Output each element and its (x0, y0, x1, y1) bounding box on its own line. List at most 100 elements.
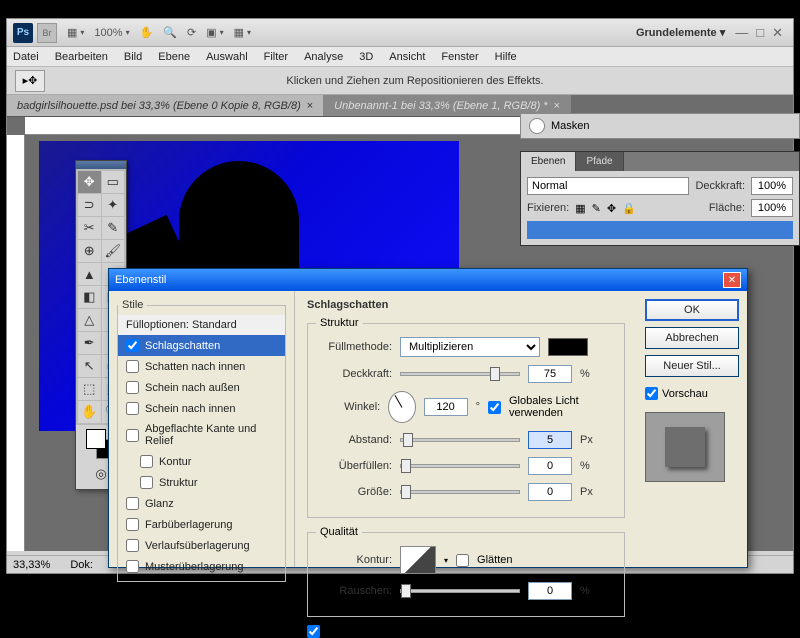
move-tool[interactable]: ✥ (78, 171, 101, 193)
style-checkbox[interactable] (126, 429, 139, 442)
fillmode-select[interactable]: Multiplizieren (400, 337, 540, 357)
bridge-icon[interactable]: Br (37, 23, 57, 43)
lock-pixels-icon[interactable]: ✎ (592, 202, 601, 215)
style-texture[interactable]: Struktur (118, 472, 285, 493)
opacity-input[interactable] (528, 365, 572, 383)
dialog-close-icon[interactable]: ✕ (723, 272, 741, 288)
zoom-level[interactable]: 100% ▾ (94, 27, 129, 39)
panel-grip[interactable] (76, 161, 126, 169)
close-icon[interactable]: ✕ (772, 25, 783, 41)
foreground-color[interactable] (86, 429, 106, 449)
style-inner-shadow[interactable]: Schatten nach innen (118, 356, 285, 377)
path-tool[interactable]: ↖ (78, 355, 101, 377)
noise-slider[interactable] (400, 589, 520, 593)
doc-tab-1[interactable]: badgirlsilhouette.psd bei 33,3% (Ebene 0… (7, 95, 324, 116)
crop-tool[interactable]: ✂ (78, 217, 101, 239)
angle-input[interactable] (424, 398, 468, 416)
menu-filter[interactable]: Filter (264, 51, 288, 63)
pen-tool[interactable]: ✒ (78, 332, 101, 354)
3d-tool[interactable]: ⬚ (78, 378, 101, 400)
menu-datei[interactable]: Datei (13, 51, 39, 63)
workspace-switcher[interactable]: Grundelemente ▾ (636, 26, 725, 39)
lock-position-icon[interactable]: ✥ (607, 202, 616, 215)
screen-mode-menu[interactable]: ▣ ▾ (206, 26, 223, 39)
dialog-titlebar[interactable]: Ebenenstil ✕ (109, 269, 747, 291)
opacity-slider[interactable] (400, 372, 520, 376)
global-light-checkbox[interactable] (488, 401, 501, 414)
wand-tool[interactable]: ✦ (102, 194, 125, 216)
lock-all-icon[interactable]: 🔒 (622, 202, 636, 215)
style-checkbox[interactable] (126, 560, 139, 573)
fill-input[interactable] (751, 199, 793, 217)
antialias-checkbox[interactable] (456, 554, 469, 567)
layer-row-selected[interactable] (527, 221, 793, 239)
hand-tool-icon[interactable]: ✋ (140, 26, 154, 39)
style-checkbox[interactable] (126, 497, 139, 510)
menu-ebene[interactable]: Ebene (158, 51, 190, 63)
style-checkbox[interactable] (126, 518, 139, 531)
menu-fenster[interactable]: Fenster (441, 51, 478, 63)
eyedropper-tool[interactable]: ✎ (102, 217, 125, 239)
menu-auswahl[interactable]: Auswahl (206, 51, 248, 63)
style-checkbox[interactable] (126, 339, 139, 352)
shadow-color-swatch[interactable] (548, 338, 588, 356)
cancel-button[interactable]: Abbrechen (645, 327, 739, 349)
blend-mode-select[interactable] (527, 177, 689, 195)
tab-close-icon[interactable]: × (554, 100, 560, 112)
tab-ebenen[interactable]: Ebenen (521, 152, 576, 171)
zoom-tool-icon[interactable]: 🔍 (163, 26, 177, 39)
status-dok[interactable]: Dok: (70, 559, 93, 571)
style-checkbox[interactable] (140, 455, 153, 468)
menu-bild[interactable]: Bild (124, 51, 142, 63)
opacity-input[interactable] (751, 177, 793, 195)
ok-button[interactable]: OK (645, 299, 739, 321)
style-checkbox[interactable] (126, 402, 139, 415)
brush-tool[interactable]: 🖌 (102, 240, 125, 262)
contour-picker[interactable] (400, 546, 436, 574)
style-pattern-overlay[interactable]: Musterüberlagerung (118, 556, 285, 577)
masks-panel[interactable]: Masken (520, 113, 800, 139)
menu-3d[interactable]: 3D (359, 51, 373, 63)
rotate-view-icon[interactable]: ⟳ (187, 26, 196, 39)
marquee-tool[interactable]: ▭ (102, 171, 125, 193)
preview-checkbox[interactable] (645, 387, 658, 400)
extras-menu[interactable]: ▦ ▾ (234, 26, 251, 39)
style-checkbox[interactable] (126, 539, 139, 552)
style-inner-glow[interactable]: Schein nach innen (118, 398, 285, 419)
style-satin[interactable]: Glanz (118, 493, 285, 514)
style-gradient-overlay[interactable]: Verlaufsüberlagerung (118, 535, 285, 556)
heal-tool[interactable]: ⊕ (78, 240, 101, 262)
hand-tool[interactable]: ✋ (78, 401, 101, 423)
style-checkbox[interactable] (126, 381, 139, 394)
style-drop-shadow[interactable]: Schlagschatten (118, 335, 285, 356)
style-checkbox[interactable] (126, 360, 139, 373)
noise-input[interactable] (528, 582, 572, 600)
arrange-docs-menu[interactable]: ▦ ▾ (67, 26, 84, 39)
knockout-checkbox[interactable] (307, 625, 320, 638)
menu-hilfe[interactable]: Hilfe (495, 51, 517, 63)
blur-tool[interactable]: △ (78, 309, 101, 331)
size-input[interactable] (528, 483, 572, 501)
size-slider[interactable] (400, 490, 520, 494)
distance-input[interactable] (528, 431, 572, 449)
angle-dial[interactable] (388, 391, 415, 423)
style-contour[interactable]: Kontur (118, 451, 285, 472)
maximize-icon[interactable]: □ (756, 25, 764, 41)
style-color-overlay[interactable]: Farbüberlagerung (118, 514, 285, 535)
current-tool-icon[interactable]: ▸✥ (15, 70, 45, 92)
eraser-tool[interactable]: ◧ (78, 286, 101, 308)
style-outer-glow[interactable]: Schein nach außen (118, 377, 285, 398)
status-zoom[interactable]: 33,33% (13, 559, 50, 571)
tab-pfade[interactable]: Pfade (576, 152, 623, 171)
style-checkbox[interactable] (140, 476, 153, 489)
spread-input[interactable] (528, 457, 572, 475)
new-style-button[interactable]: Neuer Stil... (645, 355, 739, 377)
menu-analyse[interactable]: Analyse (304, 51, 343, 63)
spread-slider[interactable] (400, 464, 520, 468)
minimize-icon[interactable]: — (735, 25, 748, 41)
tab-close-icon[interactable]: × (307, 100, 313, 112)
style-bevel[interactable]: Abgeflachte Kante und Relief (118, 419, 285, 451)
lasso-tool[interactable]: ⊃ (78, 194, 101, 216)
menu-bearbeiten[interactable]: Bearbeiten (55, 51, 108, 63)
lock-transparency-icon[interactable]: ▦ (575, 202, 585, 215)
